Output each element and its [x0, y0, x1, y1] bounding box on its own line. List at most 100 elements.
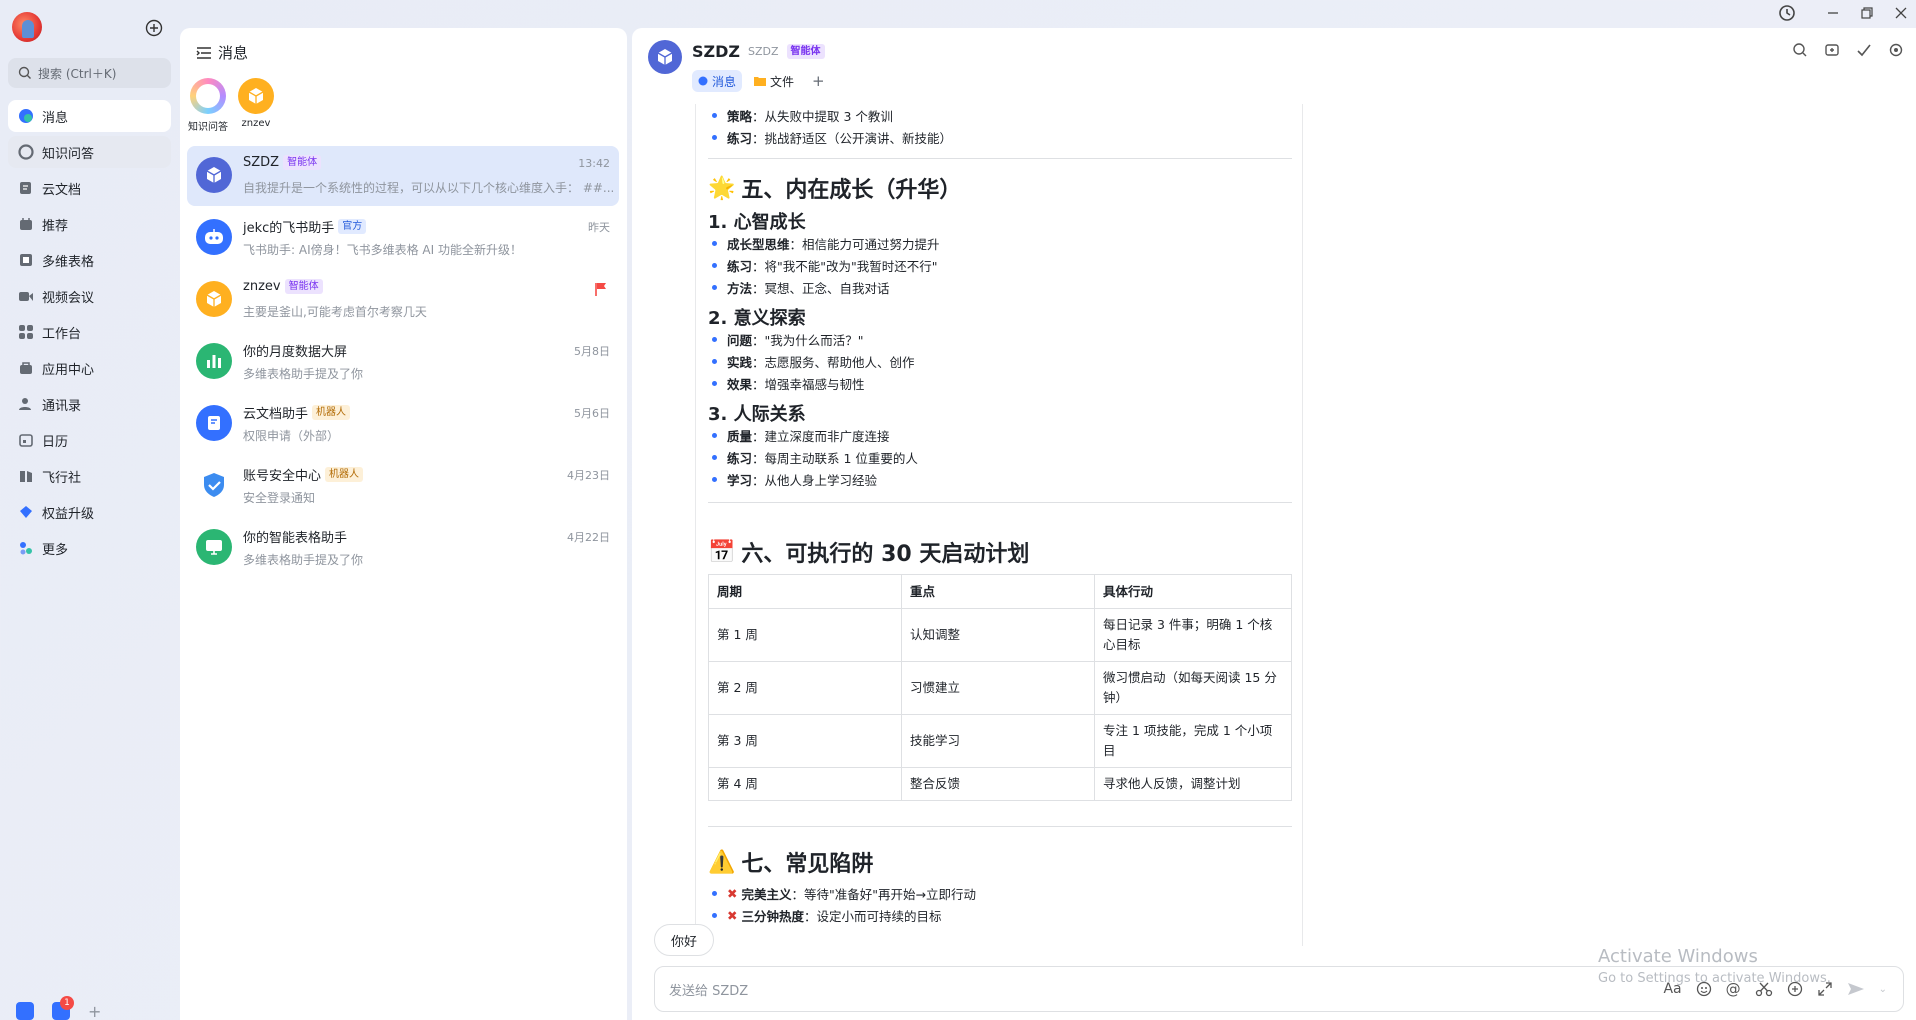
bullet-item: 策略 ：从失败中提取 3 个教训: [708, 106, 893, 125]
user-avatar[interactable]: [12, 12, 42, 42]
tab-messages[interactable]: 消息: [692, 70, 743, 92]
nav-item-contacts[interactable]: 通讯录: [8, 388, 171, 420]
nav-item-video-meeting[interactable]: 视频会议: [8, 280, 171, 312]
workspace-avatar[interactable]: [16, 1002, 34, 1020]
chat-subtitle: SZDZ: [748, 45, 779, 58]
pinned-knowledge[interactable]: 知识问答: [184, 78, 232, 133]
subsection-title: 2. 意义探索: [708, 308, 806, 329]
cube-avatar-icon: [196, 157, 232, 193]
tab-files[interactable]: 文件: [748, 70, 800, 92]
conversation-preview: 主要是釜山,可能考虑首尔考察几天: [243, 305, 427, 319]
tab-label: 消息: [712, 74, 737, 89]
forward-icon[interactable]: [1824, 42, 1840, 58]
warning-icon: ⚠️: [708, 849, 736, 875]
search-placeholder: 搜索 (Ctrl＋K): [38, 66, 117, 81]
bullet-key: 练习: [727, 259, 753, 274]
conversation-item[interactable]: 你的月度数据大屏 多维表格助手提及了你 5月8日: [187, 332, 619, 392]
section-title: 六、可执行的 30 天启动计划: [741, 542, 1030, 567]
chat-name: SZDZ: [692, 42, 741, 61]
conversation-item[interactable]: SZDZ 智能体 自我提升是一个系统性的过程，可以从以下几个核心维度入手： ##.…: [187, 146, 619, 206]
bullet-item: 质量 ：建立深度而非广度连接: [708, 426, 890, 445]
settings-gear-icon[interactable]: [1888, 42, 1904, 58]
conversation-name: 你的智能表格助手: [243, 531, 348, 546]
add-circle-icon[interactable]: [145, 19, 163, 37]
restore-icon[interactable]: [1850, 0, 1884, 26]
table-cell: 第 4 周: [708, 767, 902, 801]
bullet-key: 练习: [727, 451, 753, 466]
conversation-item[interactable]: 云文档助手 机器人 权限申请（外部） 5月6日: [187, 394, 619, 454]
table-header: 具体行动: [1094, 574, 1292, 609]
nav-label: 多维表格: [42, 254, 95, 270]
table-cell: 整合反馈: [901, 767, 1095, 801]
pinned-znzev[interactable]: znzev: [232, 78, 280, 129]
table-cell: 寻求他人反馈，调整计划: [1094, 767, 1292, 801]
conversation-tag: 机器人: [325, 467, 364, 482]
minimize-icon[interactable]: [1816, 0, 1850, 26]
conversation-time: 5月6日: [574, 407, 610, 420]
bullet-key: 策略: [727, 109, 753, 124]
bullet-text: ：挑战舒适区（公开演讲、新技能）: [752, 131, 953, 146]
subsection-title: 3. 人际关系: [708, 404, 806, 425]
cross-mark-icon: ✖: [727, 886, 738, 901]
chat-header: SZDZ SZDZ 智能体 消息 文件 +: [632, 28, 1916, 104]
bullet-key: 学习: [727, 473, 753, 488]
add-workspace-icon[interactable]: +: [88, 1002, 101, 1020]
nav-item-community[interactable]: 飞行社: [8, 460, 171, 492]
task-check-icon[interactable]: [1856, 42, 1872, 58]
conversation-preview: 自我提升是一个系统性的过程，可以从以下几个核心维度入手： ##...: [243, 181, 613, 195]
conversation-time: 5月8日: [574, 345, 610, 358]
conversation-item[interactable]: 你的智能表格助手 多维表格助手提及了你 4月22日: [187, 518, 619, 578]
conversation-item[interactable]: znzev 智能体 主要是釜山,可能考虑首尔考察几天: [187, 270, 619, 330]
search-chat-icon[interactable]: [1792, 42, 1808, 58]
send-icon[interactable]: [1847, 981, 1865, 997]
bullet-item: ✖ 三分钟热度 ：设定小而可持续的目标: [708, 906, 942, 925]
message-icon: [18, 108, 34, 124]
nav-item-calendar[interactable]: 日历: [8, 424, 171, 456]
table-cell: 第 2 周: [708, 661, 902, 715]
red-flag-icon[interactable]: [595, 282, 607, 296]
nav-item-recommend[interactable]: 推荐: [8, 208, 171, 240]
conversation-tag: 智能体: [283, 155, 322, 170]
history-icon[interactable]: [1770, 0, 1804, 26]
send-options-chevron-icon[interactable]: ⌄: [1879, 984, 1887, 995]
windows-activation-watermark: Activate Windows Go to Settings to activ…: [1598, 946, 1831, 990]
nav-item-messages[interactable]: 消息: [8, 100, 171, 132]
list-title: 消息: [218, 44, 249, 62]
cube-avatar-icon[interactable]: [648, 40, 682, 74]
workplace-icon: [18, 324, 34, 340]
base-table-icon: [18, 252, 34, 268]
section-heading: 🌟 五、内在成长（升华）: [708, 172, 961, 204]
nav-item-more[interactable]: 更多: [8, 532, 171, 564]
table-header: 重点: [901, 574, 1095, 609]
conversation-preview: 安全登录通知: [243, 491, 316, 505]
section-title: 七、常见陷阱: [741, 852, 874, 877]
quick-reply-button[interactable]: 你好: [654, 924, 715, 956]
table-row: 第 1 周认知调整 每日记录 3 件事；明确 1 个核心目标: [708, 608, 1292, 662]
bullet-key: 三分钟热度: [741, 909, 804, 924]
nav-item-knowledge[interactable]: 知识问答: [8, 136, 171, 168]
conversation-item[interactable]: 账号安全中心 机器人 安全登录通知 4月23日: [187, 456, 619, 516]
bullet-key: 成长型思维: [727, 237, 790, 252]
bullet-item: 练习 ：每周主动联系 1 位重要的人: [708, 448, 918, 467]
nav-item-workplace[interactable]: 工作台: [8, 316, 171, 348]
conversation-name: znzev: [243, 279, 281, 294]
nav-item-app-center[interactable]: 应用中心: [8, 352, 171, 384]
table-header: 周期: [708, 574, 902, 609]
list-menu-icon[interactable]: [196, 46, 212, 60]
nav-item-base-table[interactable]: 多维表格: [8, 244, 171, 276]
nav-item-upgrade[interactable]: 权益升级: [8, 496, 171, 528]
conversation-item[interactable]: jekc的飞书助手 官方 飞书助手: AI傍身！飞书多维表格 AI 功能全新升级！…: [187, 208, 619, 268]
add-tab-icon[interactable]: +: [806, 70, 831, 92]
bullet-text: ：从他人身上学习经验: [752, 473, 878, 488]
divider: [708, 826, 1292, 827]
search-input[interactable]: 搜索 (Ctrl＋K): [8, 58, 171, 88]
nav-label: 飞行社: [42, 470, 82, 486]
nav-item-cloud-doc[interactable]: 云文档: [8, 172, 171, 204]
bullet-text: ：从失败中提取 3 个教训: [752, 109, 893, 124]
chat-title: SZDZ SZDZ 智能体: [692, 42, 825, 61]
knowledge-avatar: [190, 78, 226, 114]
table-cell: 技能学习: [901, 714, 1095, 768]
close-icon[interactable]: [1884, 0, 1916, 26]
conversation-name: 云文档助手: [243, 407, 309, 422]
conversation-preview: 多维表格助手提及了你: [243, 553, 364, 567]
